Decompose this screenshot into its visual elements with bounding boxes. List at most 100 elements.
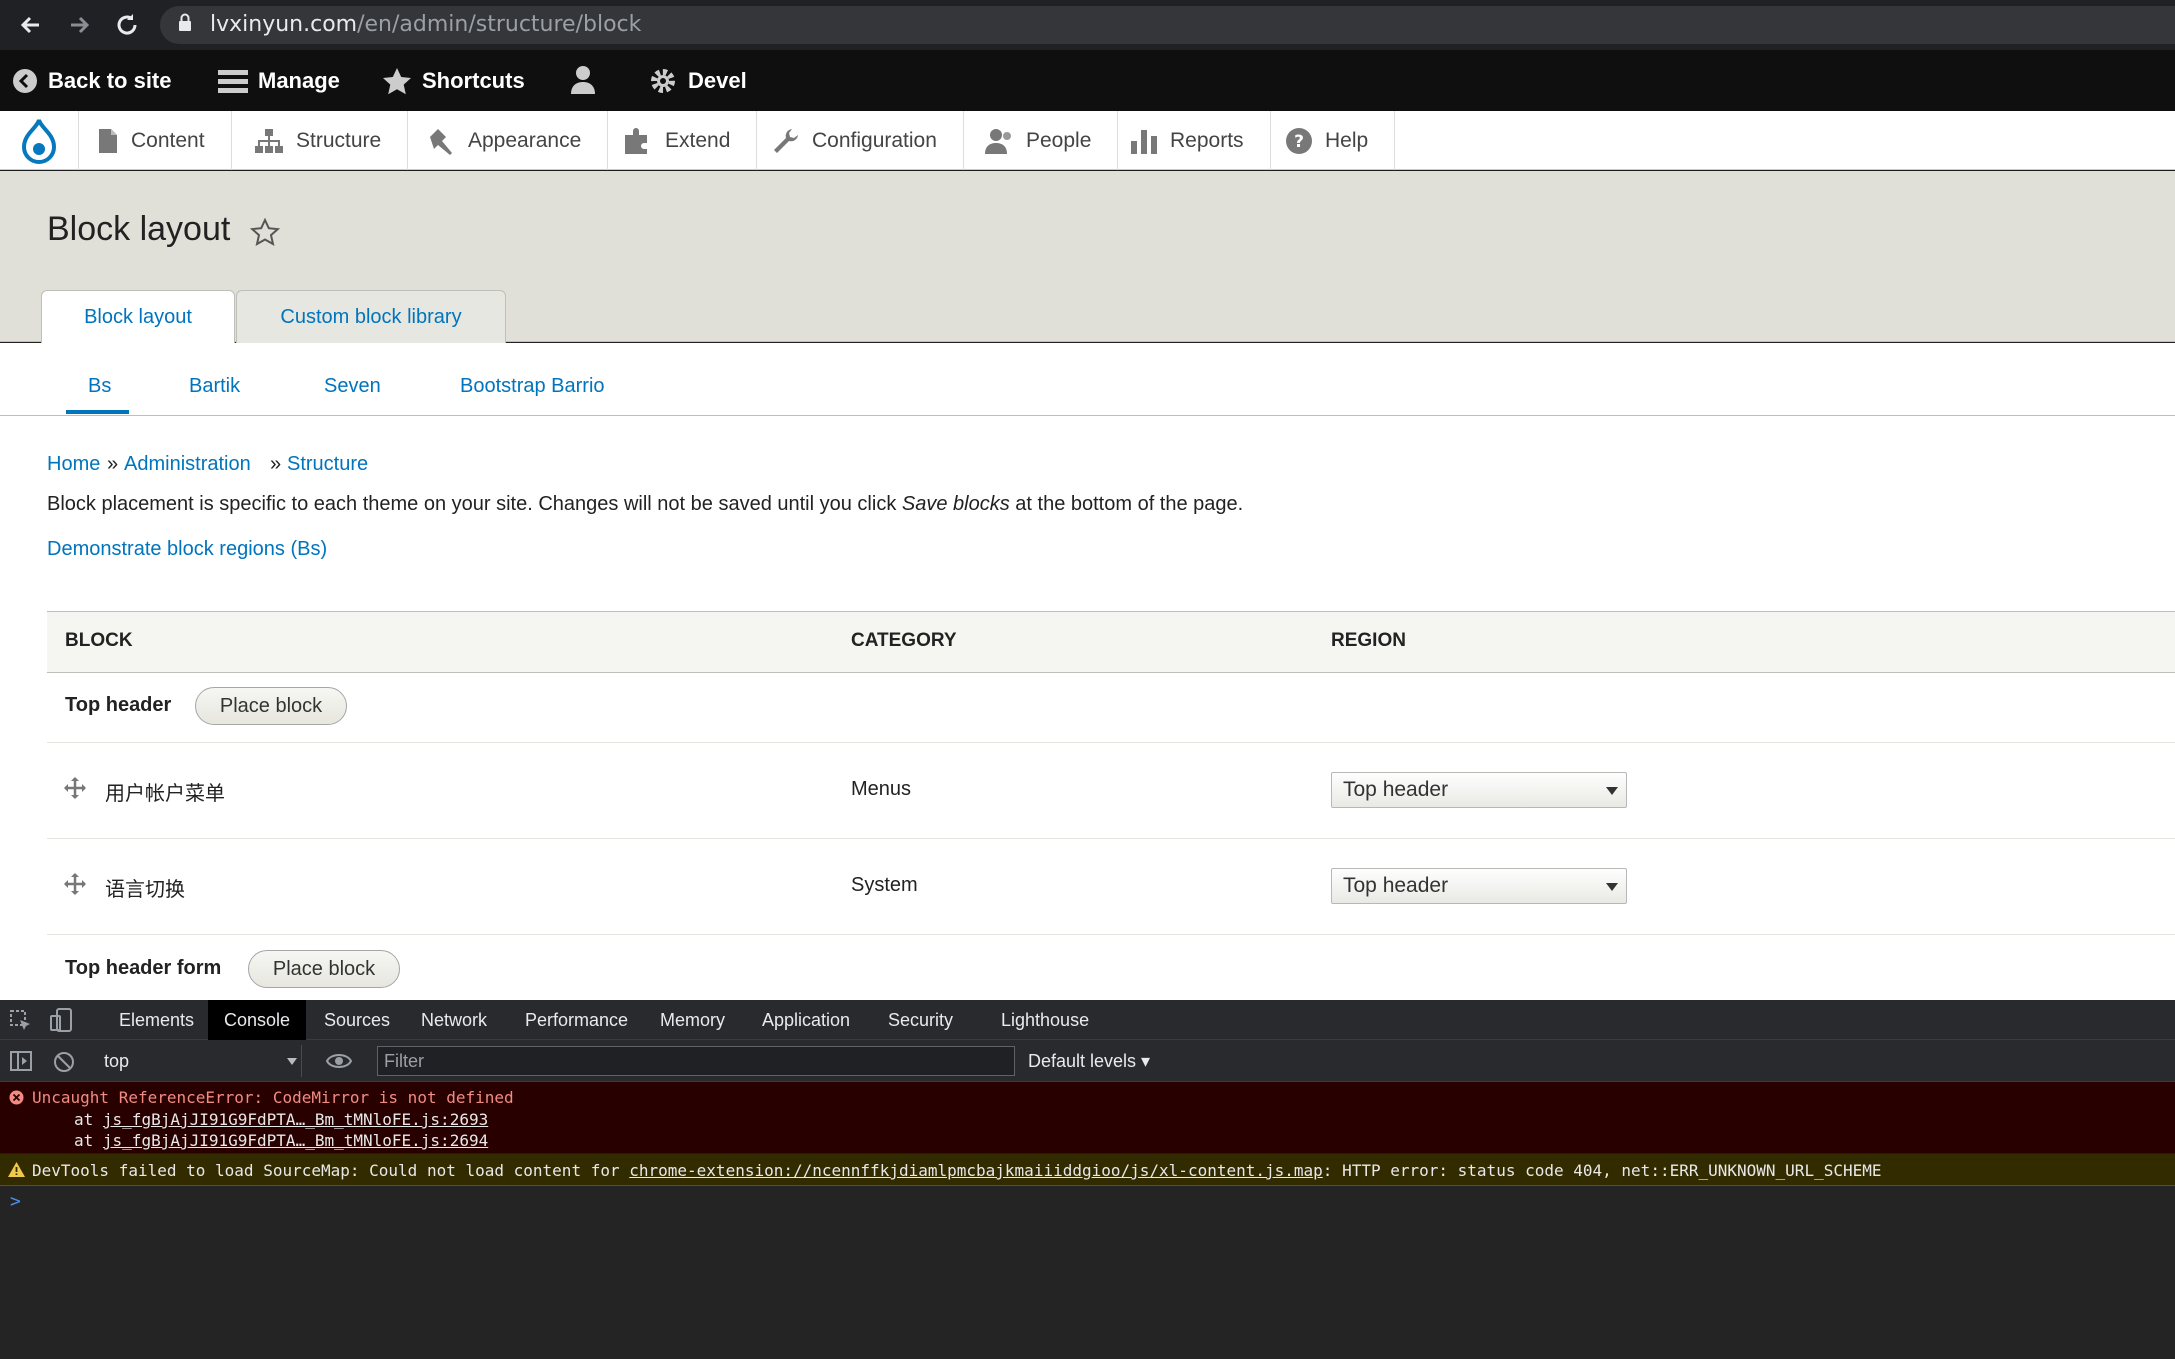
devtools-tab-network[interactable]: Network	[405, 1000, 503, 1040]
context-select[interactable]: top	[92, 1045, 302, 1077]
column-header-region: REGION	[1331, 630, 1406, 651]
devtools-tab-security[interactable]: Security	[872, 1000, 969, 1040]
stack-frame-link[interactable]: js_fgBjAjJI91G9FdPTA…_Bm_tMNloFE.js:2694	[103, 1131, 488, 1150]
drupal-logo-icon[interactable]	[0, 111, 79, 170]
tray-item-extend[interactable]: Extend	[605, 111, 758, 170]
subtab-bartik[interactable]: Bartik	[189, 375, 240, 398]
shortcuts-tab[interactable]: Shortcuts	[382, 50, 525, 111]
stack-frame-prefix: at	[74, 1110, 103, 1129]
region-select[interactable]: Top header	[1331, 868, 1627, 904]
question-icon: ?	[1286, 127, 1312, 154]
drag-handle-icon[interactable]	[64, 873, 86, 895]
url-text[interactable]: lvxinyun.com/en/admin/structure/block	[210, 9, 641, 41]
row-divider	[47, 838, 2175, 839]
console-filter-input[interactable]: Filter	[377, 1046, 1015, 1076]
tray-label: Help	[1325, 128, 1369, 152]
log-levels-dropdown[interactable]: Default levels ▾	[1028, 1051, 1150, 1072]
tray-item-appearance[interactable]: Appearance	[410, 111, 609, 170]
device-toolbar-icon[interactable]	[50, 1008, 74, 1036]
url-host: lvxinyun.com	[210, 12, 358, 37]
demonstrate-regions-link[interactable]: Demonstrate block regions (Bs)	[47, 538, 327, 561]
warning-text-part: DevTools failed to load SourceMap: Could…	[32, 1161, 630, 1180]
devtools-tab-console[interactable]: Console	[208, 1000, 307, 1040]
tab-block-layout[interactable]: Block layout	[41, 290, 235, 344]
warning-text-part: : HTTP error: status code 404, net::ERR_…	[1322, 1161, 1882, 1180]
error-text: Uncaught ReferenceError: CodeMirror is n…	[32, 1088, 514, 1107]
error-icon	[9, 1090, 24, 1109]
place-block-button[interactable]: Place block	[195, 687, 347, 725]
hamburger-icon	[218, 69, 248, 93]
devtools-tab-performance[interactable]: Performance	[509, 1000, 644, 1040]
tray-item-configuration[interactable]: Configuration	[754, 111, 964, 170]
console-prompt[interactable]: >	[10, 1191, 21, 1212]
region-title-top-header-form: Top header form	[65, 957, 222, 979]
breadcrumb-home[interactable]: Home	[47, 453, 100, 476]
breadcrumb-structure[interactable]: Structure	[287, 453, 368, 476]
file-icon	[99, 128, 117, 153]
table-header	[47, 611, 2175, 673]
description-text: at the bottom of the page.	[1009, 493, 1244, 515]
tray-item-help[interactable]: ? Help	[1267, 111, 1396, 170]
tray-item-content[interactable]: Content	[79, 111, 232, 170]
stack-frame: at js_fgBjAjJI91G9FdPTA…_Bm_tMNloFE.js:2…	[74, 1110, 488, 1129]
devtools-tab-sources[interactable]: Sources	[308, 1000, 406, 1040]
tray-label: Content	[131, 128, 205, 152]
stack-frame-prefix: at	[74, 1131, 103, 1150]
people-icon	[985, 128, 1011, 154]
manage-tab[interactable]: Manage	[218, 50, 340, 111]
table-cell-block: 用户帐户菜单	[105, 783, 225, 805]
devtools-tab-memory[interactable]: Memory	[644, 1000, 741, 1040]
tray-label: Appearance	[468, 128, 582, 152]
user-tab[interactable]	[568, 50, 608, 111]
devtools-tab-elements[interactable]: Elements	[103, 1000, 210, 1040]
tray-label: Extend	[665, 128, 731, 152]
bar-chart-icon	[1131, 129, 1157, 154]
sourcemap-link[interactable]: chrome-extension://ncennffkjdiamlpmcbajk…	[629, 1161, 1323, 1180]
shortcuts-label: Shortcuts	[422, 67, 525, 93]
subtab-seven[interactable]: Seven	[324, 375, 381, 398]
clear-console-icon[interactable]	[53, 1051, 75, 1077]
warning-icon	[8, 1162, 25, 1181]
table-cell-category: Menus	[851, 778, 912, 800]
page-title: Block layout	[47, 210, 231, 248]
sidebar-toggle-icon[interactable]	[10, 1051, 32, 1075]
breadcrumb-separator: »	[107, 453, 119, 475]
drag-handle-icon[interactable]	[64, 777, 86, 799]
back-icon[interactable]	[14, 8, 48, 42]
warning-text: DevTools failed to load SourceMap: Could…	[32, 1161, 1882, 1180]
chevron-down-icon	[1606, 787, 1618, 795]
tray-item-structure[interactable]: Structure	[236, 111, 409, 170]
tab-custom-block-library[interactable]: Custom block library	[236, 290, 506, 343]
star-icon	[383, 67, 411, 94]
reload-icon[interactable]	[110, 8, 144, 42]
back-to-site-link[interactable]: Back to site	[12, 50, 172, 111]
stack-frame-link[interactable]: js_fgBjAjJI91G9FdPTA…_Bm_tMNloFE.js:2693	[103, 1110, 488, 1129]
back-to-site-label: Back to site	[48, 67, 172, 93]
subtab-bootstrap-barrio[interactable]: Bootstrap Barrio	[460, 375, 605, 398]
place-block-button[interactable]: Place block	[248, 950, 400, 988]
svg-text:?: ?	[1294, 132, 1304, 152]
inspect-element-icon[interactable]	[10, 1010, 32, 1036]
stack-frame: at js_fgBjAjJI91G9FdPTA…_Bm_tMNloFE.js:2…	[74, 1131, 488, 1150]
region-select[interactable]: Top header	[1331, 772, 1627, 808]
subtab-bs[interactable]: Bs	[88, 375, 111, 398]
tray-label: People	[1026, 128, 1092, 152]
column-header-category: CATEGORY	[851, 630, 957, 651]
breadcrumb-administration[interactable]: Administration	[124, 453, 251, 476]
gear-icon	[651, 68, 675, 93]
manage-label: Manage	[258, 67, 340, 93]
chevron-down-icon	[1606, 883, 1618, 891]
puzzle-icon	[625, 127, 647, 154]
chevron-down-icon	[287, 1058, 297, 1065]
devtools-tab-lighthouse[interactable]: Lighthouse	[985, 1000, 1105, 1040]
shortcut-star-icon[interactable]	[249, 217, 281, 252]
devel-tab[interactable]: Devel	[648, 50, 747, 111]
tray-item-people[interactable]: People	[966, 111, 1119, 170]
eye-icon[interactable]	[325, 1052, 353, 1074]
page-description: Block placement is specific to each them…	[47, 493, 1243, 516]
description-text: Block placement is specific to each them…	[47, 493, 902, 515]
lock-icon[interactable]	[178, 13, 192, 33]
tray-item-reports[interactable]: Reports	[1112, 111, 1271, 170]
forward-icon[interactable]	[62, 8, 96, 42]
devtools-tab-application[interactable]: Application	[746, 1000, 866, 1040]
